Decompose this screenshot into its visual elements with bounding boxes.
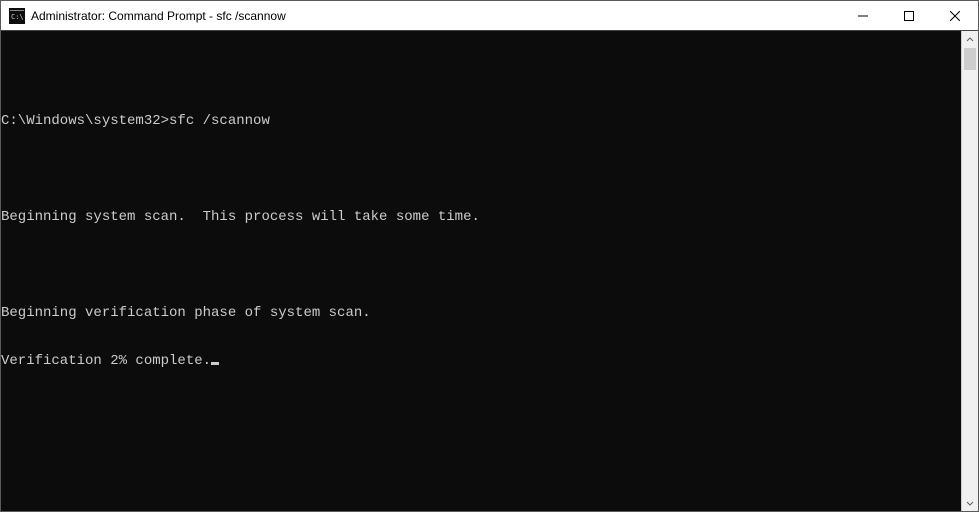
terminal-line: Beginning system scan. This process will… [1, 209, 961, 225]
terminal-line: Beginning verification phase of system s… [1, 305, 961, 321]
client-area: C:\Windows\system32>sfc /scannow Beginni… [1, 31, 978, 511]
terminal-line [1, 161, 961, 177]
minimize-icon [858, 11, 868, 21]
terminal-line: Verification 2% complete. [1, 353, 961, 369]
titlebar[interactable]: C:\ Administrator: Command Prompt - sfc … [1, 1, 978, 31]
svg-text:C:\: C:\ [11, 13, 24, 21]
chevron-up-icon [966, 36, 974, 44]
vertical-scrollbar[interactable] [961, 31, 978, 511]
scroll-up-button[interactable] [962, 31, 978, 48]
terminal-line: C:\Windows\system32>sfc /scannow [1, 113, 961, 129]
cursor [211, 362, 219, 365]
terminal-line [1, 257, 961, 273]
terminal-line [1, 65, 961, 81]
scroll-down-button[interactable] [962, 494, 978, 511]
scroll-track[interactable] [962, 48, 978, 494]
minimize-button[interactable] [840, 1, 886, 30]
cmd-window: C:\ Administrator: Command Prompt - sfc … [0, 0, 979, 512]
cmd-icon: C:\ [9, 8, 25, 24]
chevron-down-icon [966, 499, 974, 507]
window-title: Administrator: Command Prompt - sfc /sca… [31, 9, 840, 23]
scroll-thumb[interactable] [964, 48, 976, 70]
close-icon [950, 11, 960, 21]
terminal-text: Verification 2% complete. [1, 353, 211, 369]
maximize-button[interactable] [886, 1, 932, 30]
terminal-output[interactable]: C:\Windows\system32>sfc /scannow Beginni… [1, 31, 961, 511]
close-button[interactable] [932, 1, 978, 30]
window-controls [840, 1, 978, 30]
maximize-icon [904, 11, 914, 21]
